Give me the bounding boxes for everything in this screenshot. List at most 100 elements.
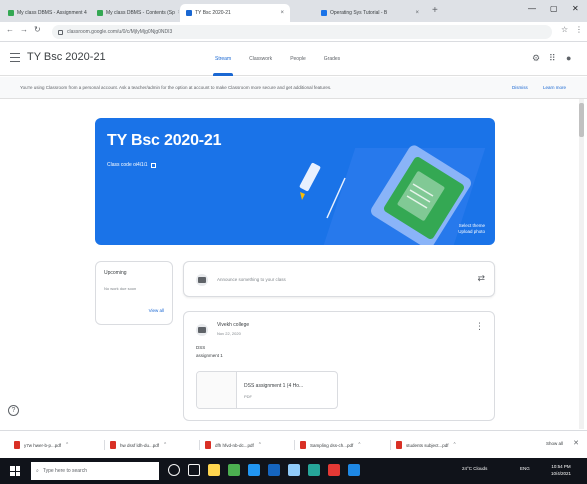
cortana-icon[interactable]: [168, 464, 180, 476]
apps-grid-icon[interactable]: ⠿: [549, 53, 556, 64]
url-input[interactable]: classroom.google.com/u/0/c/MjIyMjg0Njg0N…: [52, 25, 552, 39]
class-nav-tabs: Stream Classwork People Grades: [212, 42, 340, 76]
weather-widget[interactable]: 24°C Clouds: [462, 466, 487, 471]
pdf-file-icon: [14, 441, 20, 449]
announce-placeholder: Announce something to your class: [217, 277, 286, 282]
taskbar-search-input[interactable]: ⌕ Type here to search: [31, 462, 159, 480]
banner-illustration-icon: [299, 145, 486, 245]
help-icon[interactable]: ?: [8, 405, 19, 416]
dismiss-link[interactable]: Dismiss: [512, 85, 528, 90]
chevron-up-icon[interactable]: ⌃: [65, 442, 69, 448]
new-tab-icon[interactable]: +: [432, 5, 438, 17]
account-avatar-icon[interactable]: ●: [566, 53, 571, 63]
course-banner: TY Bsc 2020-21 Class code oi4i1i1 Select…: [95, 118, 495, 245]
page-scrollbar[interactable]: [579, 99, 584, 429]
close-icon[interactable]: ×: [280, 10, 284, 16]
classroom-favicon-icon: [8, 10, 14, 16]
class-title[interactable]: TY Bsc 2020-21: [27, 51, 106, 63]
post-text: assignment 1: [196, 353, 223, 358]
browser-tab-label: Operating Sys Tutorial - B: [330, 10, 388, 16]
windows-taskbar: ⌕ Type here to search 24°C Clouds ENG 10…: [0, 458, 587, 484]
chevron-up-icon[interactable]: ⌃: [357, 442, 361, 448]
stream-post: Vivekh college Nov 22, 2020 ⋮ DSS assign…: [183, 311, 495, 421]
browser-tab-label: My class DBMS - Assignment 4: [17, 10, 87, 16]
attachment-thumbnail: [197, 372, 237, 408]
announce-box[interactable]: Announce something to your class ⇄: [183, 261, 495, 297]
task-view-icon[interactable]: [188, 464, 200, 476]
download-item[interactable]: Sampling dss-ch...pdf ⌃: [300, 438, 361, 452]
tab-people[interactable]: People: [290, 42, 306, 76]
lock-icon: [58, 29, 63, 35]
edge-icon[interactable]: [268, 464, 280, 476]
browser-menu-icon[interactable]: ⋮: [575, 25, 583, 34]
main-menu-icon[interactable]: [10, 53, 20, 62]
personal-account-banner: You're using Classroom from a personal a…: [0, 77, 587, 99]
scrollbar-thumb[interactable]: [579, 103, 584, 137]
download-item[interactable]: hw dssf ldh-du...pdf ⌃: [110, 438, 167, 452]
system-clock[interactable]: 10:54 PM 10/4/2021: [551, 463, 571, 477]
classroom-favicon-icon: [186, 10, 192, 16]
minimize-icon[interactable]: —: [528, 4, 536, 13]
forward-icon[interactable]: →: [20, 25, 28, 34]
browser-tab[interactable]: My class DBMS - Assignment 4 ×: [2, 4, 90, 22]
pdf-file-icon: [205, 441, 211, 449]
browser-tab-label: TY Bsc 2020-21: [195, 10, 231, 16]
tab-stream[interactable]: Stream: [212, 42, 234, 76]
bookmark-star-icon[interactable]: ☆: [561, 25, 568, 34]
chevron-up-icon[interactable]: ⌃: [258, 442, 262, 448]
avatar: [196, 324, 208, 336]
upcoming-title: Upcoming: [104, 270, 127, 276]
reload-icon[interactable]: ↻: [34, 25, 41, 34]
chevron-up-icon[interactable]: ⌃: [163, 442, 167, 448]
settings-icon[interactable]: ⚙: [532, 53, 540, 64]
download-item[interactable]: y7w hwer-b-p...pdf ⌃: [14, 438, 69, 452]
maximize-icon[interactable]: ▢: [550, 4, 558, 13]
download-item[interactable]: students subject...pdf ⌃: [396, 438, 457, 452]
photos-icon[interactable]: [288, 464, 300, 476]
pdf-file-icon: [300, 441, 306, 449]
back-icon[interactable]: ←: [6, 25, 14, 34]
post-author: Vivekh college: [217, 322, 250, 328]
store-icon[interactable]: [228, 464, 240, 476]
url-text: classroom.google.com/u/0/c/MjIyMjg0Njg0N…: [67, 29, 173, 35]
search-icon: ⌕: [36, 468, 39, 474]
browser-tab-strip: My class DBMS - Assignment 4 × My class …: [0, 0, 587, 22]
chrome-icon[interactable]: [308, 464, 320, 476]
browser-tab-label: My class DBMS - Contents (Sp: [106, 10, 175, 16]
mail-icon[interactable]: [248, 464, 260, 476]
upcoming-card: Upcoming No work due soon View all: [95, 261, 173, 325]
pdf-reader-icon[interactable]: [328, 464, 340, 476]
tab-grades[interactable]: Grades: [324, 42, 340, 76]
post-date: Nov 22, 2020: [217, 331, 241, 336]
word-icon[interactable]: [348, 464, 360, 476]
browser-tab[interactable]: Operating Sys Tutorial - B ×: [315, 4, 425, 22]
classroom-header: TY Bsc 2020-21 Stream Classwork People G…: [0, 42, 587, 76]
file-explorer-icon[interactable]: [208, 464, 220, 476]
tab-classwork[interactable]: Classwork: [249, 42, 272, 76]
classroom-favicon-icon: [97, 10, 103, 16]
browser-tab-active[interactable]: TY Bsc 2020-21 ×: [180, 4, 290, 22]
windows-start-icon[interactable]: [10, 466, 20, 476]
web-favicon-icon: [321, 10, 327, 16]
close-icon[interactable]: ✕: [573, 439, 579, 447]
more-options-icon[interactable]: ⋮: [475, 322, 484, 331]
close-icon[interactable]: ×: [415, 10, 419, 16]
keyboard-language[interactable]: ENG: [520, 466, 530, 471]
learn-more-link[interactable]: Learn more: [543, 85, 566, 90]
view-all-link[interactable]: View all: [149, 308, 164, 313]
attachment-card[interactable]: DSS assignment 1 (4 Ho... PDF: [196, 371, 338, 409]
show-all-downloads-button[interactable]: Show all: [546, 441, 563, 446]
upcoming-status: No work due soon: [104, 286, 137, 291]
repost-icon[interactable]: ⇄: [477, 273, 485, 284]
download-item[interactable]: dfh hfvd-nb-dc...pdf ⌃: [205, 438, 262, 452]
chevron-up-icon[interactable]: ⌃: [453, 442, 457, 448]
pdf-file-icon: [110, 441, 116, 449]
customize-banner[interactable]: Select theme Upload photo: [458, 223, 485, 235]
close-window-icon[interactable]: ✕: [572, 4, 579, 13]
close-icon[interactable]: ×: [178, 10, 179, 16]
post-text: DSS: [196, 345, 206, 350]
attachment-type: PDF: [244, 394, 252, 399]
pdf-file-icon: [396, 441, 402, 449]
browser-tab[interactable]: My class DBMS - Contents (Sp ×: [91, 4, 179, 22]
attachment-name: DSS assignment 1 (4 Ho...: [244, 383, 304, 389]
